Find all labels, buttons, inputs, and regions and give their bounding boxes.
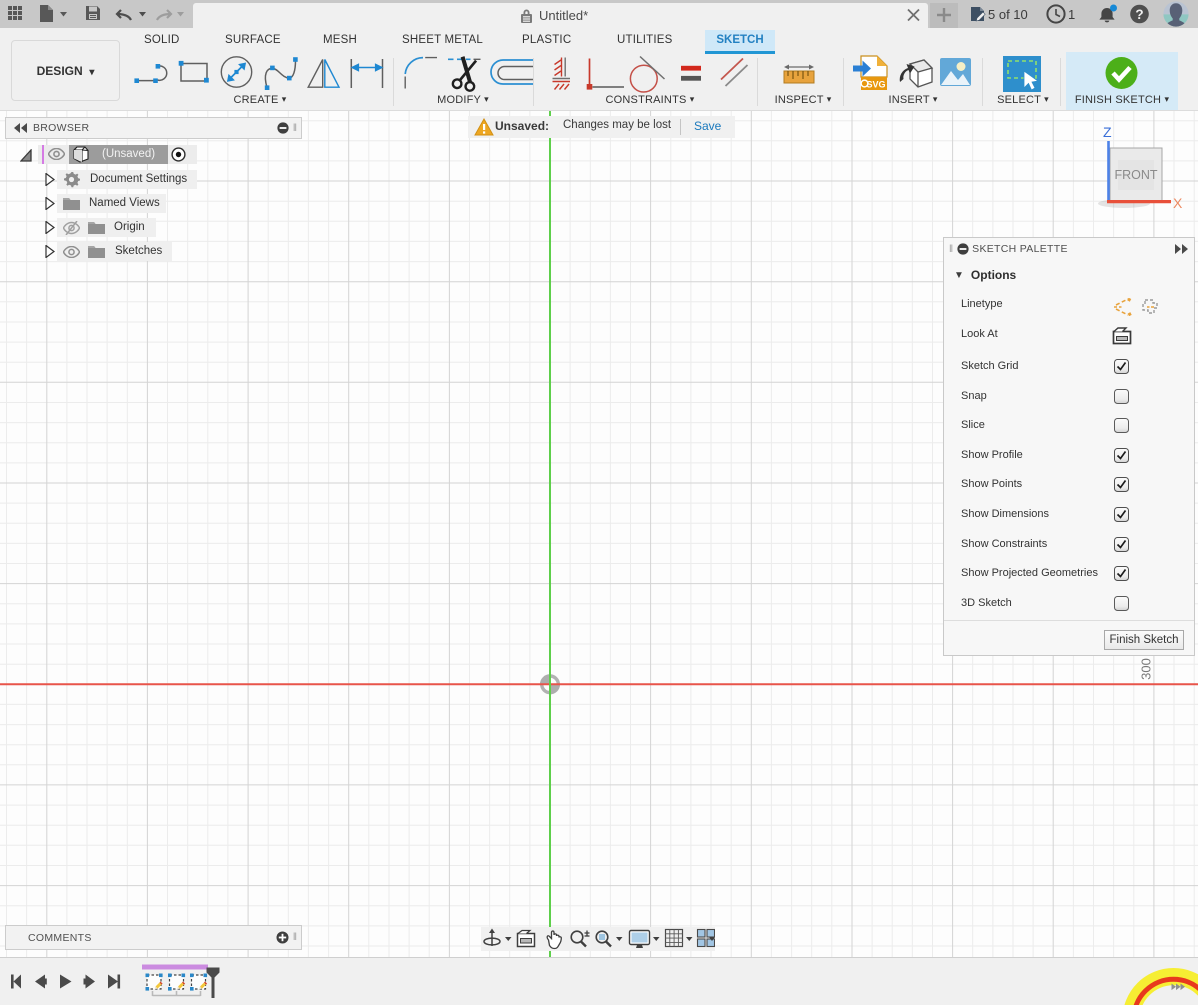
svg-text:1: 1 xyxy=(1068,7,1075,22)
svg-text:X: X xyxy=(1173,195,1183,211)
svg-text:FRONT: FRONT xyxy=(1114,168,1157,182)
svg-text:300: 300 xyxy=(1138,658,1153,680)
svg-text:?: ? xyxy=(1135,7,1143,22)
svg-text:Untitled*: Untitled* xyxy=(539,8,588,23)
svg-text:SVG: SVG xyxy=(866,80,885,90)
svg-text:Z: Z xyxy=(1103,124,1112,140)
svg-text:5 of 10: 5 of 10 xyxy=(988,7,1028,22)
